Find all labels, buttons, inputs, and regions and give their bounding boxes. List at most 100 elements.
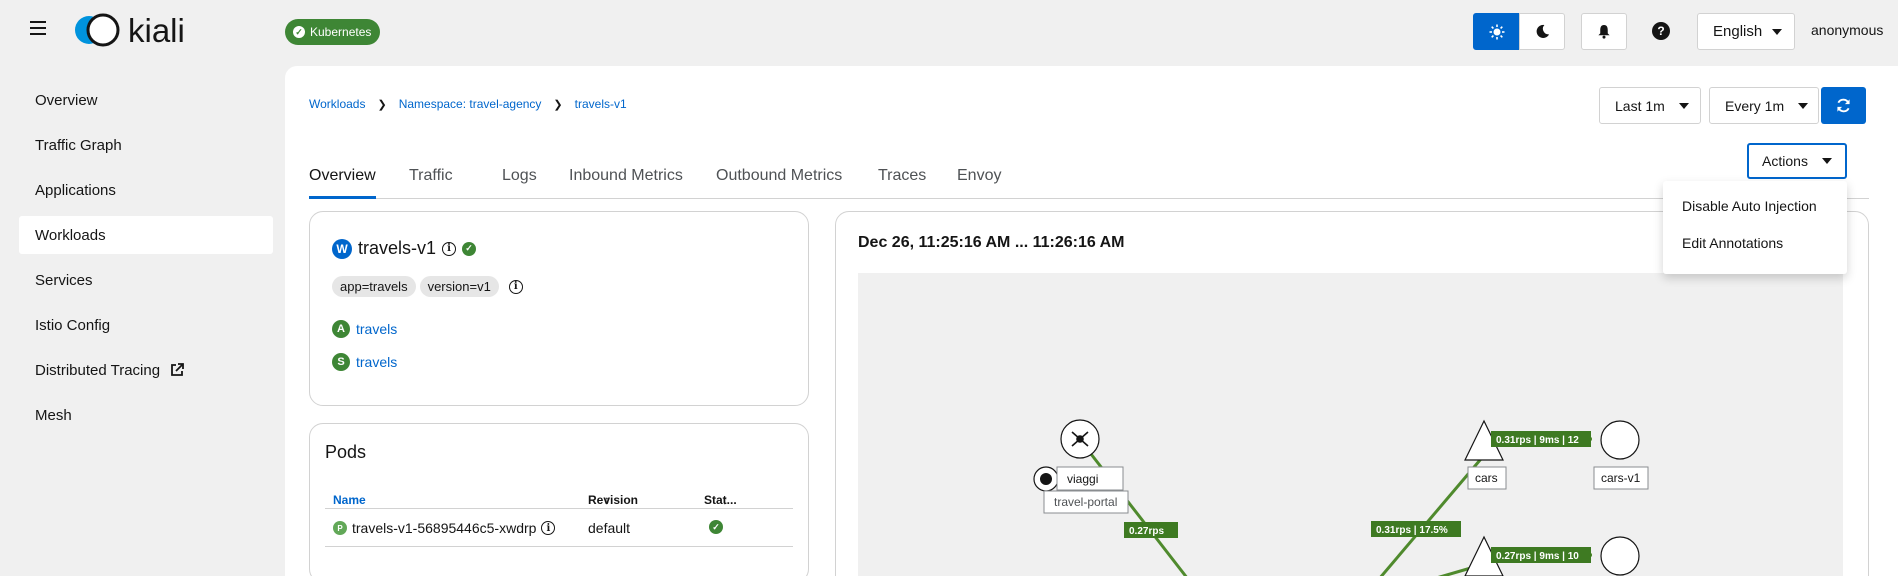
menu-item-edit-annotations[interactable]: Edit Annotations bbox=[1663, 224, 1847, 261]
edge-label: 0.27rps bbox=[1129, 526, 1164, 537]
breadcrumb-workload[interactable]: travels-v1 bbox=[575, 97, 627, 111]
caret-down-icon bbox=[1678, 102, 1689, 109]
dark-theme-button[interactable] bbox=[1519, 13, 1565, 50]
tab-envoy[interactable]: Envoy bbox=[957, 159, 1001, 199]
pod-revision: default bbox=[588, 520, 631, 536]
sidebar-item-label: Overview bbox=[35, 91, 98, 109]
sidebar-item-istio-config[interactable]: Istio Config bbox=[19, 306, 273, 344]
time-range-select[interactable]: Last 1m bbox=[1599, 87, 1701, 124]
sidebar-item-mesh[interactable]: Mesh bbox=[19, 396, 273, 434]
breadcrumb-workloads[interactable]: Workloads bbox=[309, 97, 365, 111]
app-badge: A bbox=[332, 320, 350, 338]
info-icon[interactable]: i bbox=[508, 279, 523, 294]
service-link-label[interactable]: travels bbox=[356, 354, 397, 370]
info-icon[interactable]: i bbox=[541, 521, 556, 535]
breadcrumb: Workloads ❯ Namespace: travel-agency ❯ t… bbox=[309, 97, 627, 111]
caret-down-icon bbox=[1821, 158, 1832, 164]
tab-traffic[interactable]: Traffic bbox=[409, 159, 453, 199]
workload-badge: W bbox=[332, 238, 352, 259]
refresh-button[interactable] bbox=[1821, 87, 1866, 124]
edge-label: 0.31rps | 9ms | 12 bbox=[1496, 435, 1579, 446]
tab-label: Inbound Metrics bbox=[569, 167, 683, 184]
label-chip: version=v1 bbox=[419, 276, 499, 297]
workload-name: travels-v1 bbox=[358, 238, 437, 258]
help-icon[interactable]: ? bbox=[1652, 22, 1670, 40]
sidebar-item-label: Istio Config bbox=[35, 316, 111, 334]
app-link[interactable]: A travels bbox=[332, 320, 397, 338]
pod-badge: P bbox=[333, 521, 347, 535]
tab-overview[interactable]: Overview bbox=[309, 159, 376, 199]
sidebar-item-distributed-tracing[interactable]: Distributed Tracing bbox=[19, 351, 273, 389]
cars-v1-node[interactable] bbox=[1600, 420, 1640, 460]
pod-name-cell: P travels-v1-56895446c5-xwdrp i bbox=[333, 520, 556, 536]
sidebar: Overview Traffic Graph Applications Work… bbox=[0, 62, 285, 576]
pod-status-cell: ✓ bbox=[709, 520, 723, 534]
logo-text: kiali bbox=[128, 12, 185, 49]
caret-down-icon bbox=[1772, 28, 1783, 35]
node-label: viaggi bbox=[1067, 472, 1098, 486]
sidebar-item-services[interactable]: Services bbox=[19, 261, 273, 299]
table-row: P travels-v1-56895446c5-xwdrp i default … bbox=[325, 509, 793, 547]
refresh-interval-select[interactable]: Every 1m bbox=[1709, 87, 1819, 124]
user-name[interactable]: anonymous bbox=[1811, 22, 1883, 38]
breadcrumb-namespace[interactable]: Namespace: travel-agency bbox=[399, 97, 542, 111]
workload-labels: app=travels version=v1 i bbox=[332, 276, 523, 297]
detail-tabs: Overview Traffic Logs Inbound Metrics Ou… bbox=[309, 159, 1869, 199]
graph-canvas[interactable]: viaggi travel-portal cars cars-v1 0.27rp… bbox=[858, 273, 1843, 576]
menu-item-disable-auto-injection[interactable]: Disable Auto Injection bbox=[1663, 187, 1847, 224]
label-chip: app=travels bbox=[332, 276, 416, 297]
sidebar-item-workloads[interactable]: Workloads bbox=[19, 216, 273, 254]
language-select[interactable]: English bbox=[1697, 13, 1795, 50]
service-badge: S bbox=[332, 353, 350, 371]
sidebar-item-overview[interactable]: Overview bbox=[19, 81, 273, 119]
sort-asc-icon[interactable]: ↑ bbox=[351, 493, 357, 507]
tab-label: Outbound Metrics bbox=[716, 167, 843, 184]
cluster-badge-label: Kubernetes bbox=[310, 25, 372, 39]
light-theme-button[interactable] bbox=[1473, 13, 1520, 50]
pod-name: travels-v1-56895446c5-xwdrp bbox=[352, 520, 537, 536]
masthead: kiali ✓ Kubernetes ? English anonymous bbox=[0, 0, 1898, 62]
info-icon[interactable]: i bbox=[442, 241, 457, 256]
kiali-logo[interactable]: kiali bbox=[72, 10, 212, 50]
tab-label: Traffic bbox=[409, 167, 453, 184]
workload-node[interactable] bbox=[1600, 536, 1640, 576]
node-label: cars-v1 bbox=[1601, 471, 1641, 485]
moon-icon bbox=[1536, 24, 1549, 38]
column-header-label: Revision bbox=[588, 493, 639, 507]
sidebar-item-applications[interactable]: Applications bbox=[19, 171, 273, 209]
bell-icon bbox=[1598, 24, 1610, 39]
notifications-button[interactable] bbox=[1581, 13, 1627, 50]
tab-outbound-metrics[interactable]: Outbound Metrics bbox=[716, 159, 842, 199]
time-range-value: Last 1m bbox=[1615, 97, 1665, 114]
node-label: cars bbox=[1475, 471, 1498, 485]
sidebar-item-traffic-graph[interactable]: Traffic Graph bbox=[19, 126, 273, 164]
sidebar-item-label: Traffic Graph bbox=[35, 136, 122, 154]
pods-card: Pods Name ↑ Revision ↕ Stat... ↕ P travels-… bbox=[309, 423, 809, 576]
app-link-label[interactable]: travels bbox=[356, 321, 397, 337]
column-header-label: Stat... bbox=[704, 493, 737, 507]
hamburger-menu-icon[interactable] bbox=[30, 21, 46, 35]
check-icon: ✓ bbox=[293, 26, 305, 38]
tab-inbound-metrics[interactable]: Inbound Metrics bbox=[569, 159, 683, 199]
tab-traces[interactable]: Traces bbox=[878, 159, 926, 199]
tab-label: Logs bbox=[502, 167, 537, 184]
health-ok-icon: ✓ bbox=[462, 241, 477, 256]
workload-title: W travels-v1 i ✓ bbox=[332, 238, 477, 259]
caret-down-icon bbox=[1798, 102, 1809, 109]
tab-label: Traces bbox=[878, 167, 927, 184]
actions-button[interactable]: Actions bbox=[1747, 143, 1847, 179]
refresh-icon bbox=[1837, 98, 1850, 113]
cluster-badge: ✓ Kubernetes bbox=[285, 19, 381, 45]
language-value: English bbox=[1713, 23, 1763, 40]
tab-logs[interactable]: Logs bbox=[502, 159, 537, 199]
service-link[interactable]: S travels bbox=[332, 353, 397, 371]
traffic-graph[interactable]: viaggi travel-portal cars cars-v1 0.27rp… bbox=[858, 273, 1843, 576]
sun-icon bbox=[1489, 24, 1504, 39]
node-label: travel-portal bbox=[1054, 495, 1117, 509]
workload-card: W travels-v1 i ✓ app=travels version=v1 … bbox=[309, 211, 809, 406]
tab-label: Overview bbox=[309, 167, 376, 184]
table-header: Name ↑ Revision ↕ Stat... ↕ bbox=[325, 481, 793, 509]
sort-icon[interactable]: ↕ bbox=[604, 493, 610, 507]
sort-icon[interactable]: ↕ bbox=[722, 493, 728, 507]
sidebar-item-label: Services bbox=[35, 271, 93, 289]
